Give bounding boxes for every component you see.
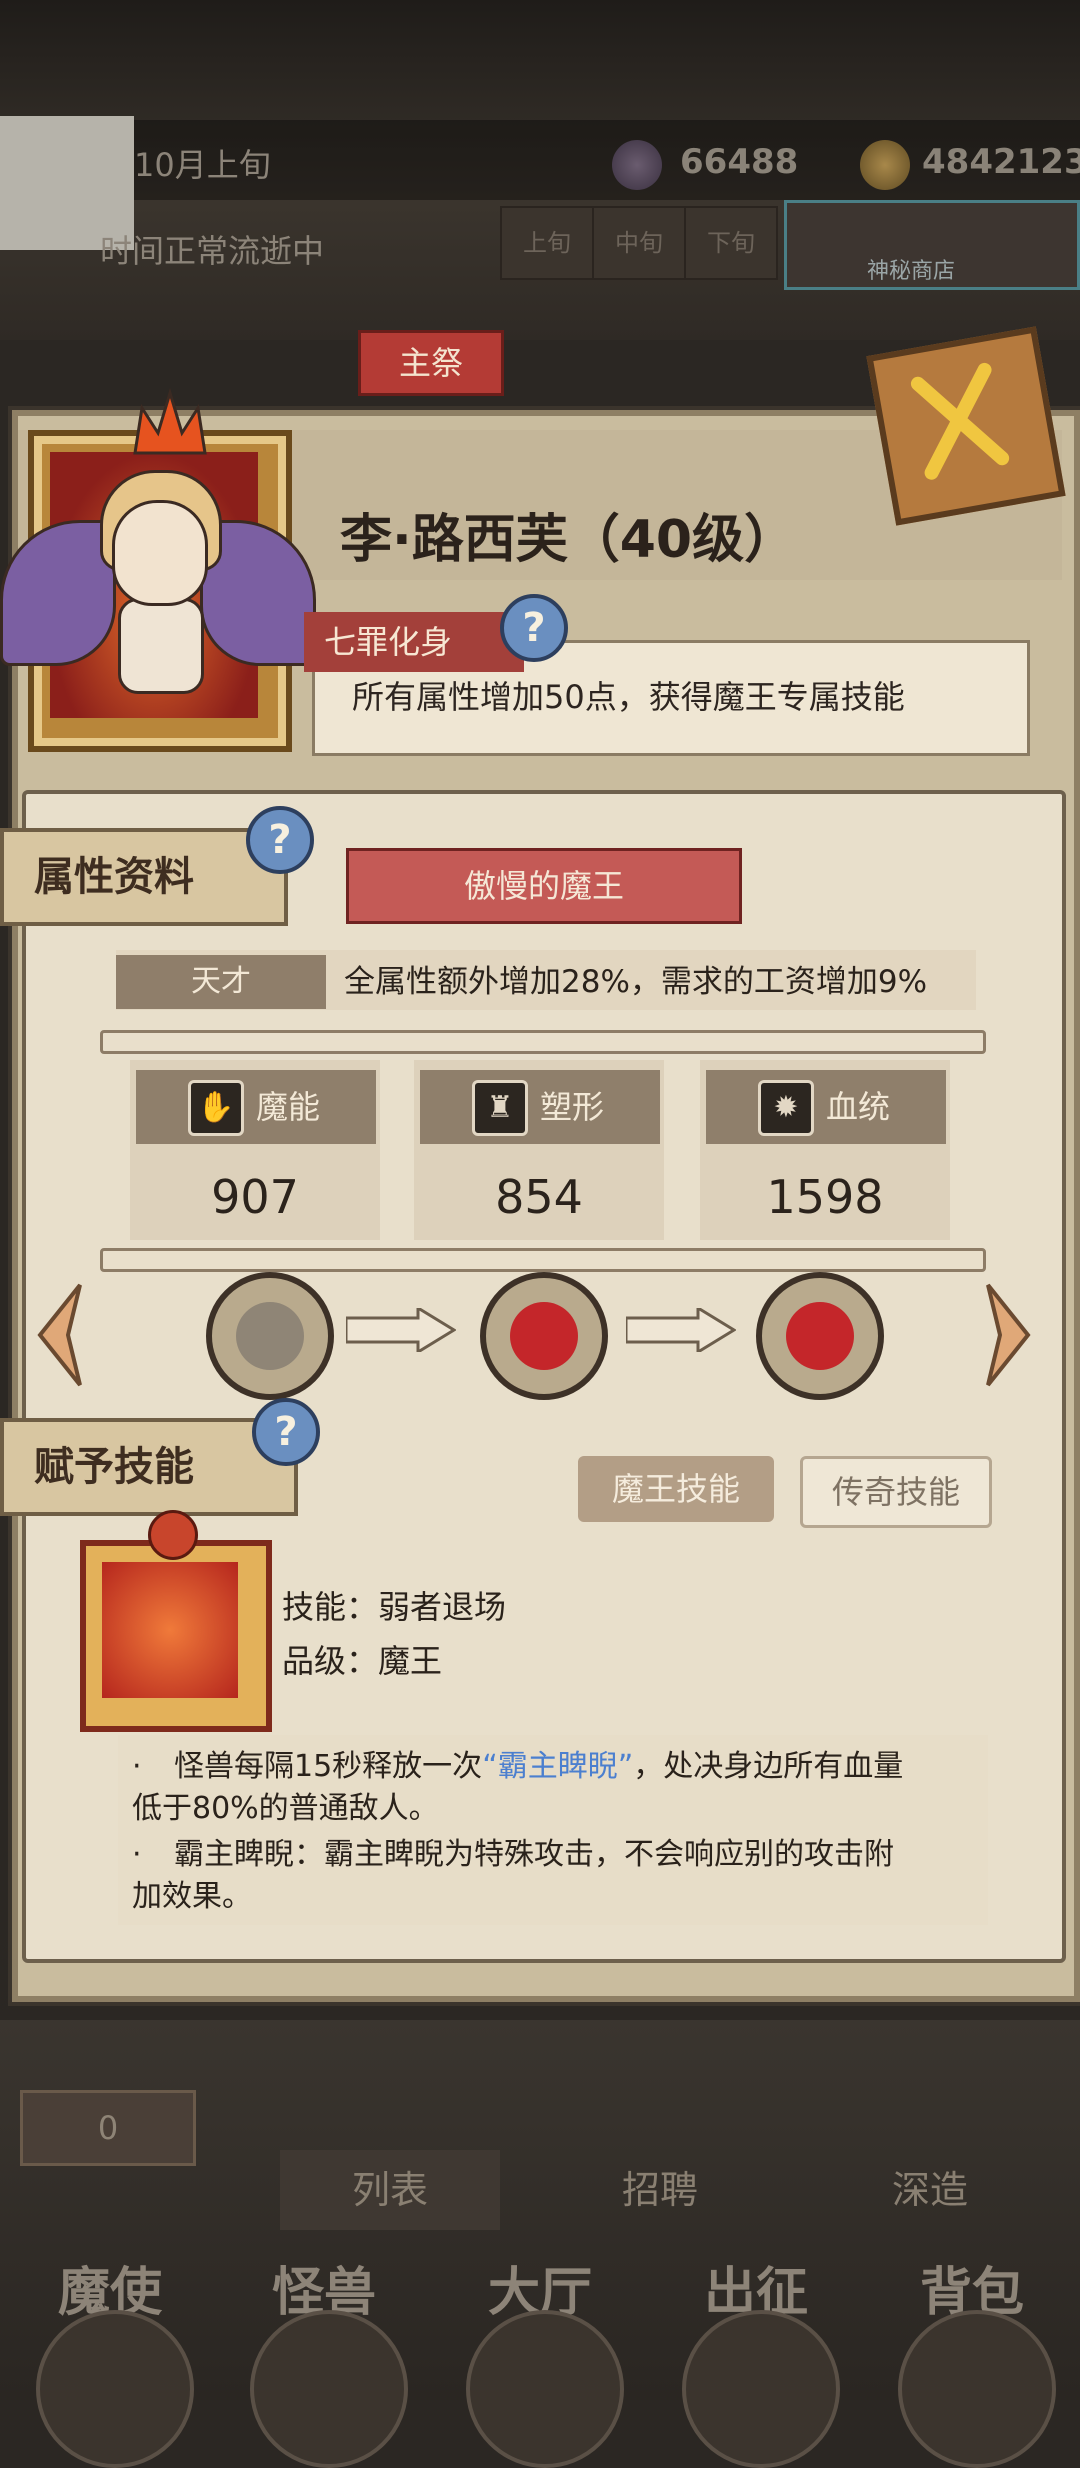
skills-help-button[interactable]: ? xyxy=(252,1398,320,1466)
attributes-section-header: 属性资料 xyxy=(0,828,288,926)
temperament-banner: 傲慢的魔王 xyxy=(346,848,742,924)
desc-bullet-2: · xyxy=(132,1837,142,1872)
close-icon xyxy=(910,362,1010,480)
title-badge: 七罪化身 xyxy=(304,612,524,672)
stat-label-bloodline: 血统 xyxy=(826,1088,891,1126)
character-name: 李·路西芙（40级） xyxy=(340,510,797,570)
stat-value-bloodline: 1598 xyxy=(766,1170,884,1224)
tab-recruit[interactable]: 招聘 xyxy=(540,2150,780,2230)
mystery-shop-button[interactable]: 神秘商店 xyxy=(784,200,1080,290)
skill-description-2: 霸主睥睨：霸主睥睨为特殊攻击，不会响应别的攻击附 xyxy=(174,1837,894,1872)
desc-bullet-1: · xyxy=(132,1749,142,1784)
character-body-art xyxy=(118,598,204,694)
time-tab-early[interactable]: 上旬 xyxy=(500,206,594,280)
skill-description-1b: 低于80%的普通敌人。 xyxy=(132,1791,439,1826)
nav-hall-button[interactable] xyxy=(466,2310,624,2468)
evolution-stage-1[interactable] xyxy=(206,1272,334,1400)
stats-top-divider xyxy=(100,1030,986,1054)
time-tab-mid[interactable]: 中旬 xyxy=(592,206,686,280)
skill-emblem-icon xyxy=(148,1510,198,1560)
prev-arrow-icon[interactable] xyxy=(30,1280,90,1390)
evolution-arrow-icon-2 xyxy=(626,1308,736,1352)
skill-name: 技能：弱者退场 xyxy=(282,1588,507,1626)
gear-icon: ✹ xyxy=(758,1080,814,1136)
stats-bottom-divider xyxy=(100,1248,986,1272)
demon-face-icon-2 xyxy=(786,1302,854,1370)
desc1-pre: 怪兽每隔15秒释放一次 xyxy=(174,1749,483,1784)
crystal-count: 66488 xyxy=(680,142,799,182)
tab-demon-king-skill[interactable]: 魔王技能 xyxy=(578,1456,774,1522)
demon-face-icon xyxy=(510,1302,578,1370)
skill-grade: 品级：魔王 xyxy=(282,1642,443,1680)
lord-tag: 主祭 xyxy=(358,330,504,396)
time-tab-late[interactable]: 下旬 xyxy=(684,206,778,280)
title-help-button[interactable]: ? xyxy=(500,594,568,662)
nav-backpack-button[interactable] xyxy=(898,2310,1056,2468)
stat-header-magic: ✋ 魔能 xyxy=(136,1070,376,1144)
character-avatar xyxy=(112,500,208,606)
date-label: 10月上旬 xyxy=(134,146,271,184)
nav-monster-button[interactable] xyxy=(250,2310,408,2468)
evolution-stage-2[interactable] xyxy=(480,1272,608,1400)
gold-icon xyxy=(860,140,910,190)
next-arrow-icon[interactable] xyxy=(978,1280,1038,1390)
stat-header-shape: ♜ 塑形 xyxy=(420,1070,660,1144)
skill-hand-icon[interactable] xyxy=(102,1562,238,1698)
close-button[interactable] xyxy=(866,326,1066,526)
armor-icon: ♜ xyxy=(472,1080,528,1136)
skill-description-1: 怪兽每隔15秒释放一次“霸主睥睨”，处决身边所有血量 xyxy=(174,1746,974,1788)
evolution-stage-3[interactable] xyxy=(756,1272,884,1400)
claw-icon: ✋ xyxy=(188,1080,244,1136)
nav-envoy-button[interactable] xyxy=(36,2310,194,2468)
attributes-help-button[interactable]: ? xyxy=(246,806,314,874)
time-status: 时间正常流逝中 xyxy=(100,232,325,270)
tab-list[interactable]: 列表 xyxy=(280,2150,500,2230)
title-description: 所有属性增加50点，获得魔王专属技能 xyxy=(352,678,905,716)
tab-advance[interactable]: 深造 xyxy=(820,2150,1040,2230)
crystal-icon xyxy=(612,140,662,190)
crown-icon xyxy=(133,388,207,455)
skill-description-2b: 加效果。 xyxy=(132,1879,252,1914)
tab-legend-skill[interactable]: 传奇技能 xyxy=(800,1456,992,1528)
stat-value-magic: 907 xyxy=(211,1170,299,1224)
stat-header-bloodline: ✹ 血统 xyxy=(706,1070,946,1144)
gold-count: 4842123 xyxy=(922,142,1080,182)
hooded-figure-icon xyxy=(236,1302,304,1370)
desc1-highlight: “霸主睥睨” xyxy=(482,1749,634,1784)
stat-label-magic: 魔能 xyxy=(256,1088,321,1126)
nav-expedition-button[interactable] xyxy=(682,2310,840,2468)
talent-label: 天才 xyxy=(116,955,326,1009)
mystery-shop-label: 神秘商店 xyxy=(867,259,956,284)
evolution-arrow-icon xyxy=(346,1308,456,1352)
stat-value-shape: 854 xyxy=(495,1170,583,1224)
talent-description: 全属性额外增加28%，需求的工资增加9% xyxy=(344,964,928,1000)
alert-badge[interactable]: 0 xyxy=(20,2090,196,2166)
desc1-post: ，处决身边所有血量 xyxy=(633,1749,904,1784)
stat-label-shape: 塑形 xyxy=(540,1088,605,1126)
